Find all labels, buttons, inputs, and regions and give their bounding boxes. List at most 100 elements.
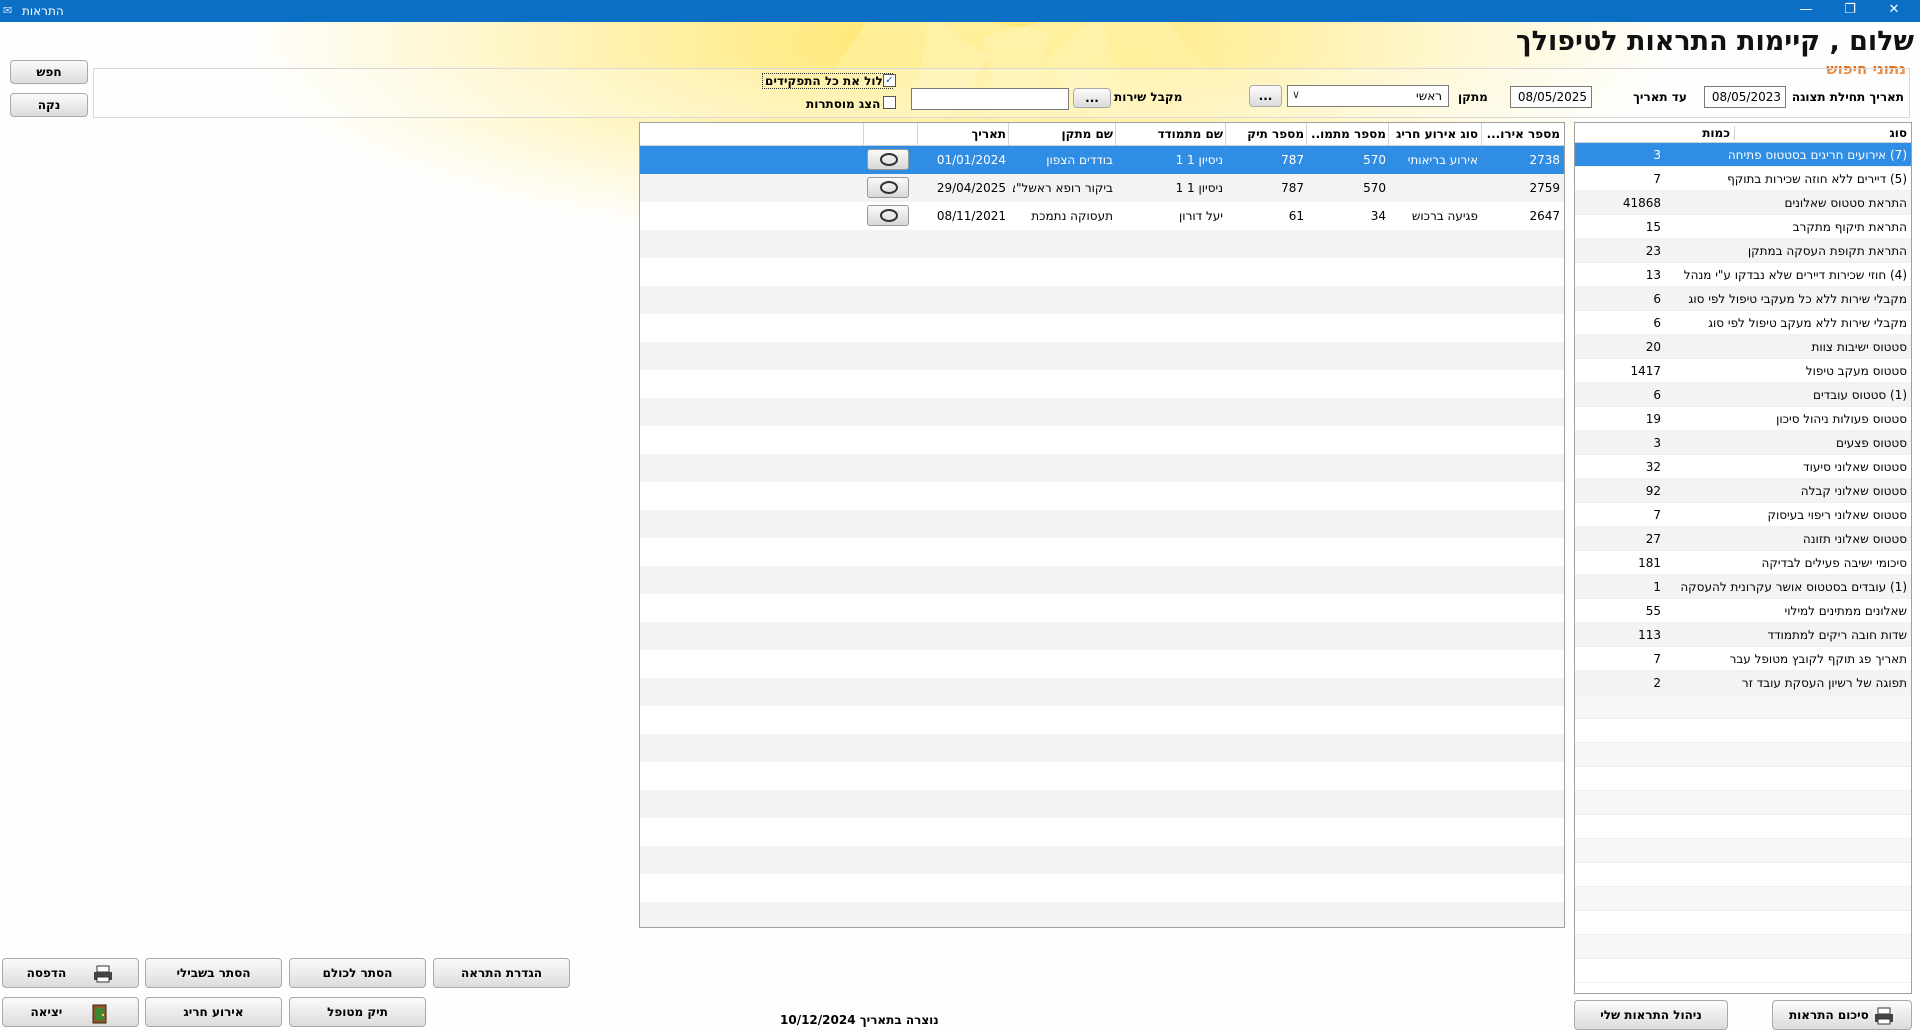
col-patient-name-header[interactable]: שם מתמודד [1123, 127, 1223, 141]
from-date-field[interactable]: 08/05/2023 [1704, 86, 1786, 108]
col-date-header[interactable]: תאריך [921, 127, 1006, 141]
alerts-summary-button[interactable]: סיכום התראות [1772, 1000, 1912, 1030]
cell-file-no: 787 [1281, 153, 1304, 167]
summary-list-item[interactable]: התראת תיקוף מתקרב 15 [1575, 215, 1911, 239]
summary-item-count: 7 [1653, 172, 1661, 186]
col-event-type-header[interactable]: סוג אירוע חריג [1393, 127, 1478, 141]
events-grid-row[interactable]: 2647 פגיעה ברכוש 34 61 יעל דורון תעסוקה נתמכת… [640, 202, 1564, 230]
events-grid-empty-row [640, 314, 1564, 342]
summary-item-name: סטטוס מעקב טיפול [1805, 364, 1907, 378]
manage-my-alerts-button[interactable]: ניהול התראות שלי [1574, 1000, 1728, 1030]
summary-list-item[interactable]: שדות חובה ריקים למתמודד 113 [1575, 623, 1911, 647]
col-count-header[interactable]: כמות [1645, 126, 1735, 140]
summary-item-count: 27 [1645, 532, 1661, 546]
summary-item-count: 6 [1653, 316, 1661, 330]
summary-list-item[interactable]: סטטוס פעולות ניהול סיכון 19 [1575, 407, 1911, 431]
printer-icon [92, 964, 114, 984]
cell-date: 08/11/2021 [936, 209, 1006, 223]
col-type-header[interactable]: סוג [1889, 126, 1907, 140]
summary-list-item[interactable]: סטטוס שאלוני סיעוד 32 [1575, 455, 1911, 479]
summary-list-item[interactable]: סטטוס שאלוני תזונה 27 [1575, 527, 1911, 551]
summary-list-item[interactable]: סיכומי ישיבה פעילים לבדיקה 181 [1575, 551, 1911, 575]
summary-list-empty-row [1575, 719, 1911, 743]
include-all-roles-checkbox[interactable]: ✓ [883, 74, 896, 87]
summary-list-empty-row [1575, 695, 1911, 719]
summary-item-name: (5) דיירים ללא חוזה שכירות בתוקף [1727, 172, 1907, 186]
clear-button[interactable]: נקה [10, 93, 88, 117]
events-grid-row[interactable]: 2738 אירוע בריאותי 570 787 ניסיון 1 1 בודדים … [640, 146, 1564, 174]
events-grid-empty-row [640, 874, 1564, 902]
facility-select[interactable]: ראשי ∨ [1287, 85, 1449, 107]
cell-patient-name: יעל דורון [1179, 209, 1223, 223]
events-grid-empty-row [640, 678, 1564, 706]
summary-item-name: (7) אירועים חריגים בסטטוס פתיחה [1727, 148, 1907, 162]
events-grid-empty-row [640, 762, 1564, 790]
events-grid-empty-row [640, 342, 1564, 370]
summary-list-item[interactable]: סטטוס פצעים 3 [1575, 431, 1911, 455]
alerts-summary-list: סוג כמות (7) אירועים חריגים בסטטוס פתיחה… [1574, 122, 1912, 994]
summary-item-count: 7 [1653, 508, 1661, 522]
service-receiver-browse-button[interactable]: ... [1073, 88, 1111, 108]
summary-list-item[interactable]: מקבלי שירות ללא מעקב טיפול לפי סוג 6 [1575, 311, 1911, 335]
summary-list-item[interactable]: (7) אירועים חריגים בסטטוס פתיחה 3 [1575, 143, 1911, 167]
summary-list-header: סוג כמות [1575, 123, 1911, 143]
summary-item-name: סטטוס שאלוני סיעוד [1803, 460, 1907, 474]
summary-list-item[interactable]: סטטוס שאלוני ריפוי בעיסוק 7 [1575, 503, 1911, 527]
col-patient-no-header[interactable]: מספר מתמו... [1310, 127, 1386, 141]
summary-list-item[interactable]: התראת סטטוס שאלונים 41868 [1575, 191, 1911, 215]
exception-event-button[interactable]: אירוע חריג [145, 997, 282, 1027]
created-date-text: נוצרה בתאריך 10/12/2024 [780, 1013, 939, 1027]
facility-browse-button[interactable]: ... [1249, 85, 1282, 107]
summary-item-name: סטטוס שאלוני תזונה [1802, 532, 1907, 546]
window-titlebar: ✉ התראות — ❐ ✕ [0, 0, 1920, 22]
summary-item-name: שאלונים ממתינים למילוי [1784, 604, 1907, 618]
summary-item-name: שדות חובה ריקים למתמודד [1767, 628, 1907, 642]
search-button[interactable]: חפש [10, 60, 88, 84]
cell-patient-no: 570 [1363, 181, 1386, 195]
open-message-button[interactable] [867, 205, 909, 226]
to-date-field[interactable]: 08/05/2025 [1510, 86, 1592, 108]
summary-list-empty-row [1575, 863, 1911, 887]
col-file-no-header[interactable]: מספר תיק [1229, 127, 1304, 141]
from-date-label: תאריך תחילת תצוגה [1791, 90, 1904, 104]
summary-item-count: 2 [1653, 676, 1661, 690]
show-hidden-checkbox[interactable] [883, 96, 896, 109]
summary-list-item[interactable]: תאריך פג תוקף לקובץ מטופל עבר 7 [1575, 647, 1911, 671]
close-window-button[interactable]: ✕ [1872, 0, 1916, 22]
summary-item-count: 41868 [1622, 196, 1661, 210]
col-facility-name-header[interactable]: שם מתקן [1013, 127, 1113, 141]
printer-icon [1873, 1006, 1895, 1026]
summary-list-item[interactable]: (5) דיירים ללא חוזה שכירות בתוקף 7 [1575, 167, 1911, 191]
summary-list-item[interactable]: סטטוס מעקב טיפול 1417 [1575, 359, 1911, 383]
summary-list-item[interactable]: תפוגה של רשיון העסקת עובד זר 2 [1575, 671, 1911, 695]
summary-list-item[interactable]: (1) עובדים בסטטוס אושר עקרונית להעסקה 1 [1575, 575, 1911, 599]
summary-list-item[interactable]: סטטוס שאלוני קבלה 92 [1575, 479, 1911, 503]
exit-button[interactable]: יציאה [2, 997, 139, 1027]
col-event-no-header[interactable]: מספר אירו... [1485, 127, 1560, 141]
minimize-button[interactable]: — [1784, 0, 1828, 22]
open-message-button[interactable] [867, 177, 909, 198]
events-grid-row[interactable]: 2759 570 787 ניסיון 1 1 ביקור רופא ראשל"צ 29/… [640, 174, 1564, 202]
summary-list-item[interactable]: מקבלי שירות ללא כל מעקבי טיפול לפי סוג 6 [1575, 287, 1911, 311]
show-hidden-label: הצג מוסתרות [806, 97, 881, 111]
hide-for-all-button[interactable]: הסתר לכולם [289, 958, 426, 988]
patient-file-button[interactable]: תיק מטופל [289, 997, 426, 1027]
summary-item-name: תפוגה של רשיון העסקת עובד זר [1741, 676, 1907, 690]
summary-list-item[interactable]: סטטוס ישיבות צוות 20 [1575, 335, 1911, 359]
define-alert-button[interactable]: הגדרת התראה [433, 958, 570, 988]
print-button[interactable]: הדפסה [2, 958, 139, 988]
cell-event-no: 2738 [1529, 153, 1560, 167]
summary-list-item[interactable]: התראת תקופת העסקה במתקן 23 [1575, 239, 1911, 263]
service-receiver-field[interactable] [911, 88, 1069, 110]
restore-button[interactable]: ❐ [1828, 0, 1872, 22]
summary-item-count: 55 [1645, 604, 1661, 618]
summary-list-item[interactable]: (4) חוזי שכירות דיירים שלא נבדקו ע"י מנה… [1575, 263, 1911, 287]
summary-item-count: 19 [1645, 412, 1661, 426]
hide-for-me-button[interactable]: הסתר בשבילי [145, 958, 282, 988]
events-grid-empty-row [640, 734, 1564, 762]
events-grid-empty-row [640, 790, 1564, 818]
summary-list-item[interactable]: שאלונים ממתינים למילוי 55 [1575, 599, 1911, 623]
summary-list-empty-row [1575, 959, 1911, 983]
open-message-button[interactable] [867, 149, 909, 170]
summary-list-item[interactable]: (1) סטטוס עובדים 6 [1575, 383, 1911, 407]
